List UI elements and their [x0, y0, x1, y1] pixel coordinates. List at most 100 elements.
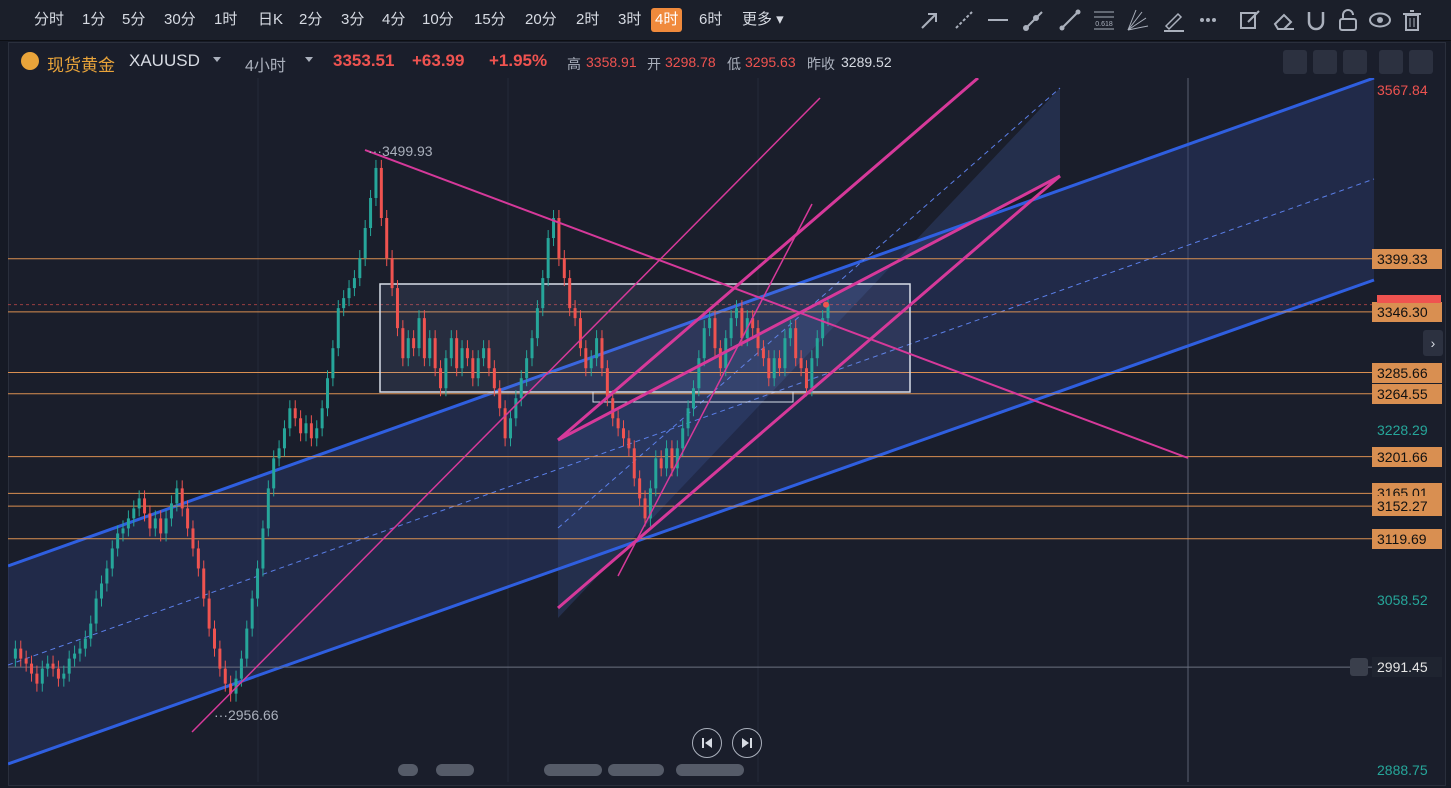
candle-body [503, 408, 507, 439]
candle-body [62, 673, 66, 679]
price-change: +63.99 [412, 51, 465, 70]
pen-icon[interactable] [1313, 50, 1337, 74]
candle-body [772, 358, 776, 379]
candle-body [616, 418, 620, 429]
candle-body [148, 513, 152, 529]
skip-forward-icon[interactable] [732, 728, 762, 758]
brush-icon[interactable] [1160, 6, 1188, 34]
candle-body [406, 338, 410, 359]
candle-body [223, 668, 227, 684]
edit-icon[interactable] [1236, 6, 1264, 34]
candle-body [245, 628, 249, 659]
candle-body [665, 448, 669, 469]
candle-body [417, 318, 421, 349]
candle-body [449, 338, 453, 359]
timeframe-12[interactable]: 2时 [572, 8, 603, 32]
candle-body [519, 378, 523, 399]
trash-icon[interactable] [1398, 6, 1426, 34]
candle-body [611, 398, 615, 419]
eye-icon[interactable] [1366, 6, 1394, 34]
lock-icon[interactable] [1334, 6, 1362, 34]
candle-body [525, 358, 529, 379]
candle-body [428, 338, 432, 359]
timeframe-4[interactable]: 1时 [210, 8, 241, 32]
timeframe-14[interactable]: 4时 [651, 8, 683, 32]
svg-text:0.618: 0.618 [1095, 21, 1113, 28]
expand-icon[interactable] [1379, 50, 1403, 74]
candle-body [465, 348, 469, 359]
eraser-icon[interactable] [1270, 6, 1298, 34]
timeframe-6[interactable]: 2分 [295, 8, 326, 32]
price-change-pct: +1.95% [489, 51, 548, 70]
timeframe-10[interactable]: 15分 [470, 8, 510, 32]
open-label: 开 [647, 56, 661, 72]
chevron-down-icon[interactable] [213, 57, 221, 62]
timeframe-2[interactable]: 5分 [118, 8, 149, 32]
period-selector[interactable]: 4小时 [245, 52, 286, 76]
candle-body [799, 358, 803, 369]
candle-body [638, 478, 642, 499]
candle-body [632, 448, 636, 479]
timeframe-1[interactable]: 1分 [78, 8, 109, 32]
indicator-icon[interactable] [1283, 50, 1307, 74]
chevron-down-icon[interactable] [305, 57, 313, 62]
candle-body [767, 358, 771, 379]
candle-body [761, 348, 765, 359]
candle-body [729, 318, 733, 339]
symbol-code[interactable]: XAUUSD [129, 51, 200, 71]
candle-body [778, 358, 782, 369]
candle-body [315, 428, 319, 439]
candle-body [169, 503, 173, 519]
fan-icon[interactable] [1124, 6, 1152, 34]
candle-body [266, 488, 270, 529]
candle-body [401, 328, 405, 359]
peak-label: ···3499.93 [368, 143, 433, 159]
candle-body [67, 658, 71, 674]
skip-back-icon[interactable] [692, 728, 722, 758]
more-dots-icon[interactable] [1194, 6, 1222, 34]
last-price: 3353.51 [333, 51, 395, 70]
timeframe-5[interactable]: 日K [254, 8, 287, 32]
candle-body [589, 358, 593, 369]
candle-body [783, 338, 787, 369]
timeframe-9[interactable]: 10分 [418, 8, 458, 32]
timeframe-7[interactable]: 3分 [337, 8, 368, 32]
candle-body [573, 308, 577, 319]
candle-body [288, 408, 292, 429]
candle-body [395, 288, 399, 329]
candle-body [331, 348, 335, 379]
timeframe-8[interactable]: 4分 [378, 8, 409, 32]
close-icon[interactable] [1409, 50, 1433, 74]
bell-icon[interactable] [1350, 658, 1368, 677]
candle-body [390, 258, 394, 289]
candle-body [460, 348, 464, 369]
price-chart[interactable]: ···3499.93 ···2956.66 [8, 78, 1380, 782]
arrow-icon[interactable] [916, 6, 944, 34]
candle-type-icon[interactable] [1343, 50, 1367, 74]
timeframe-13[interactable]: 3时 [614, 8, 645, 32]
ray-icon[interactable] [950, 6, 978, 34]
candle-body [282, 428, 286, 449]
trend-line-icon[interactable] [1020, 6, 1048, 34]
symbol-name[interactable]: 现货黄金 [47, 51, 115, 76]
candle-body [73, 653, 77, 659]
fibonacci-icon[interactable]: 0.618 [1090, 6, 1118, 34]
candle-body [756, 328, 760, 349]
magnet-icon[interactable] [1302, 6, 1330, 34]
candle-body [13, 648, 17, 659]
segment-icon[interactable] [1056, 6, 1084, 34]
candle-body [110, 548, 114, 569]
timeframe-15[interactable]: 6时 [695, 8, 726, 32]
horizontal-line-icon[interactable] [984, 6, 1012, 34]
timeframe-3[interactable]: 30分 [160, 8, 200, 32]
timeframe-16[interactable]: 更多 ▾ [738, 8, 788, 32]
candle-body [40, 668, 44, 684]
timeframe-0[interactable]: 分时 [30, 8, 68, 32]
expand-right-icon[interactable]: › [1423, 330, 1443, 356]
candle-body [385, 218, 389, 259]
candle-body [691, 388, 695, 409]
last-price-dot [823, 301, 829, 308]
candle-body [191, 528, 195, 549]
timeframe-11[interactable]: 20分 [521, 8, 561, 32]
candle-body [412, 338, 416, 349]
